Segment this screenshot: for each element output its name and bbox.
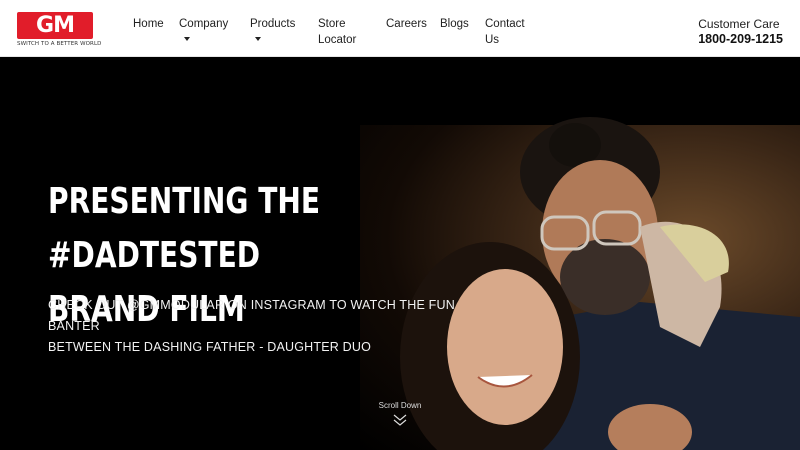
hero-banner: PRESENTING THE #DADTESTED BRAND FILM CHE… [0,57,800,450]
nav-contact-us[interactable]: Contact Us [485,16,525,48]
nav-store-locator-line2: Locator [318,34,357,46]
nav-home-label: Home [133,18,164,30]
nav-store-locator-line1: Store [318,18,346,30]
nav-blogs-label: Blogs [440,18,469,30]
hero-title-line1: PRESENTING THE #DADTESTED [48,181,321,276]
nav-store-locator[interactable]: Store Locator [318,16,356,48]
chevron-down-icon [184,37,190,41]
hero-subtitle: CHECK OUT @GMMODULAR ON INSTAGRAM TO WAT… [48,295,468,358]
scroll-down-label: Scroll Down [378,401,422,410]
father-bun [549,123,601,167]
gm-logo[interactable]: GM SWITCH TO A BETTER WORLD [17,12,102,48]
logo-badge: GM [17,12,93,39]
scroll-down-control[interactable]: Scroll Down [376,401,424,427]
nav-contact-line1: Contact [485,18,525,30]
hero-subtitle-line1: CHECK OUT @GMMODULAR ON INSTAGRAM TO WAT… [48,298,455,333]
nav-blogs[interactable]: Blogs [440,16,469,32]
nav-careers-label: Careers [386,18,427,30]
site-header: GM SWITCH TO A BETTER WORLD Home Company… [0,0,800,57]
nav-products-label: Products [250,18,296,30]
customer-care-phone[interactable]: 1800-209-1215 [698,32,783,47]
customer-care-label: Customer Care [698,17,780,31]
nav-home[interactable]: Home [133,16,164,32]
double-chevron-down-icon [393,414,407,426]
logo-text: GM [36,12,75,38]
chevron-down-icon [255,37,261,41]
nav-products[interactable]: Products [250,16,295,48]
logo-tagline: SWITCH TO A BETTER WORLD [17,41,102,47]
customer-care: Customer Care 1800-209-1215 [698,17,783,47]
nav-company-label: Company [179,18,229,30]
nav-careers[interactable]: Careers [386,16,427,32]
nav-contact-line2: Us [485,34,500,46]
hero-subtitle-line2: BETWEEN THE DASHING FATHER - DAUGHTER DU… [48,340,372,354]
nav-company[interactable]: Company [179,16,228,48]
